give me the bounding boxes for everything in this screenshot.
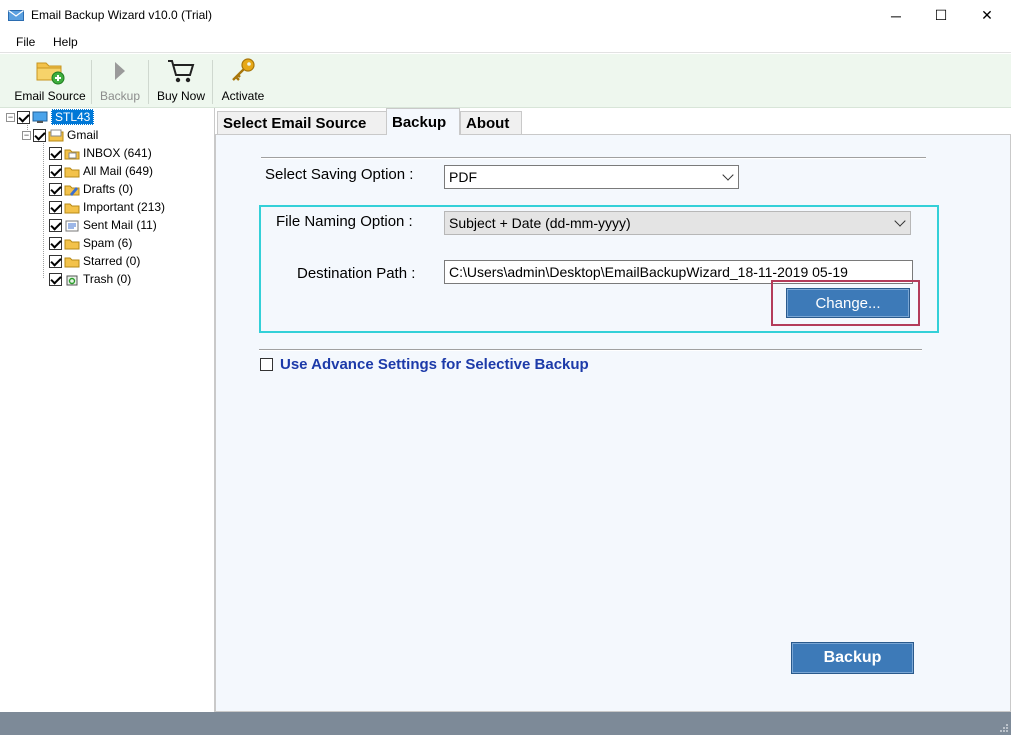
title-bar: Email Backup Wizard v10.0 (Trial) ─ ☐ ✕: [0, 0, 1011, 31]
tree-folder-label: All Mail (649): [83, 164, 154, 178]
sent-folder-icon: [65, 220, 79, 231]
folder-checkbox[interactable]: [49, 254, 62, 268]
maximize-button[interactable]: ☐: [918, 0, 964, 31]
folder-tree: − STL43 − Gmail INBOX (641) All Mail (649…: [0, 108, 215, 712]
tree-folder-item[interactable]: Spam (6): [49, 234, 132, 252]
activate-button[interactable]: Activate: [216, 56, 270, 106]
email-source-label: Email Source: [14, 89, 86, 103]
tree-folder-label: INBOX (641): [83, 146, 152, 160]
menu-file[interactable]: File: [16, 35, 35, 49]
toolbar-divider: [91, 60, 92, 104]
computer-icon: [32, 111, 48, 123]
tree-folder-label: Drafts (0): [83, 182, 134, 196]
key-icon: [232, 58, 255, 81]
buy-now-label: Buy Now: [156, 89, 206, 103]
tree-folder-label: Starred (0): [83, 254, 141, 268]
file-naming-label: File Naming Option :: [276, 213, 413, 230]
collapse-toggle[interactable]: −: [22, 130, 31, 140]
folder-checkbox[interactable]: [49, 146, 62, 160]
toolbar-divider: [148, 60, 149, 104]
tree-folder-label: Trash (0): [83, 272, 132, 286]
folder-checkbox[interactable]: [49, 182, 62, 196]
tab-strip: Select Email Source Backup About: [215, 108, 1011, 135]
folder-icon: [64, 257, 80, 267]
close-button[interactable]: ✕: [964, 0, 1010, 31]
buy-now-button[interactable]: Buy Now: [152, 56, 210, 106]
toolbar-divider: [212, 60, 213, 104]
tree-folder-item[interactable]: Trash (0): [49, 270, 131, 288]
backup-panel: Select Saving Option : PDF File Naming O…: [215, 134, 1011, 712]
tree-folder-item[interactable]: Sent Mail (11): [49, 216, 157, 234]
folder-checkbox[interactable]: [49, 236, 62, 250]
inbox-folder-icon: [64, 149, 80, 159]
advance-settings-checkbox[interactable]: [260, 358, 273, 371]
resize-grip-icon[interactable]: [999, 723, 1009, 733]
backup-toolbar-label: Backup: [99, 89, 141, 103]
collapse-toggle[interactable]: −: [6, 112, 15, 122]
root-checkbox[interactable]: [17, 110, 30, 124]
tab-backup[interactable]: Backup: [386, 108, 460, 135]
chevron-down-icon: [722, 169, 734, 181]
folder-checkbox[interactable]: [49, 218, 62, 232]
minimize-button[interactable]: ─: [873, 0, 919, 31]
tree-folder-item[interactable]: Starred (0): [49, 252, 140, 270]
section-divider: [259, 349, 922, 351]
tab-about[interactable]: About: [460, 111, 522, 135]
window-title: Email Backup Wizard v10.0 (Trial): [31, 8, 212, 22]
play-arrow-icon: [115, 62, 125, 80]
chevron-down-icon: [894, 215, 906, 227]
tab-select-email-source[interactable]: Select Email Source: [217, 111, 387, 135]
saving-option-value: PDF: [449, 169, 477, 185]
folder-checkbox[interactable]: [49, 272, 62, 286]
folder-icon: [64, 203, 80, 213]
add-folder-icon: [36, 62, 65, 85]
email-app-icon: [8, 10, 24, 21]
folder-checkbox[interactable]: [49, 164, 62, 178]
tree-folder-item[interactable]: All Mail (649): [49, 162, 153, 180]
tree-folder-item[interactable]: Important (213): [49, 198, 165, 216]
tree-folder-item[interactable]: Drafts (0): [49, 180, 133, 198]
folder-icon: [64, 239, 80, 249]
section-divider: [261, 157, 926, 159]
mail-stack-icon: [48, 129, 64, 141]
folder-icon: [64, 167, 80, 177]
tree-folder-item[interactable]: INBOX (641): [49, 144, 152, 162]
tree-folder-label: Sent Mail (11): [83, 218, 157, 232]
backup-button[interactable]: Backup: [791, 642, 914, 674]
tree-root-node[interactable]: − STL43: [6, 108, 95, 126]
change-button[interactable]: Change...: [786, 288, 910, 318]
menu-bar: File Help: [0, 31, 1011, 53]
saving-option-dropdown[interactable]: PDF: [444, 165, 739, 189]
tree-root-label: STL43: [51, 109, 95, 125]
trash-icon: [66, 275, 78, 285]
email-source-button[interactable]: Email Source: [12, 56, 88, 106]
saving-option-label: Select Saving Option :: [265, 166, 414, 183]
activate-label: Activate: [221, 89, 265, 103]
shopping-cart-icon: [168, 60, 195, 83]
backup-toolbar-button[interactable]: Backup: [96, 56, 144, 106]
tree-account-label: Gmail: [67, 128, 99, 142]
status-bar: [0, 712, 1011, 735]
advance-settings-label[interactable]: Use Advance Settings for Selective Backu…: [280, 356, 589, 373]
folder-checkbox[interactable]: [49, 200, 62, 214]
destination-path-label: Destination Path :: [297, 265, 416, 282]
menu-help[interactable]: Help: [53, 35, 78, 49]
tree-folder-label: Important (213): [83, 200, 166, 214]
tree-folder-label: Spam (6): [83, 236, 133, 250]
account-checkbox[interactable]: [33, 128, 46, 142]
file-naming-value: Subject + Date (dd-mm-yyyy): [449, 215, 631, 231]
drafts-folder-icon: [64, 185, 80, 196]
toolbar: Email Source Backup Buy Now Activate: [0, 54, 1011, 108]
file-naming-dropdown[interactable]: Subject + Date (dd-mm-yyyy): [444, 211, 911, 235]
advance-settings-option[interactable]: Use Advance Settings for Selective Backu…: [260, 356, 589, 373]
tree-account-node[interactable]: − Gmail: [22, 126, 98, 144]
